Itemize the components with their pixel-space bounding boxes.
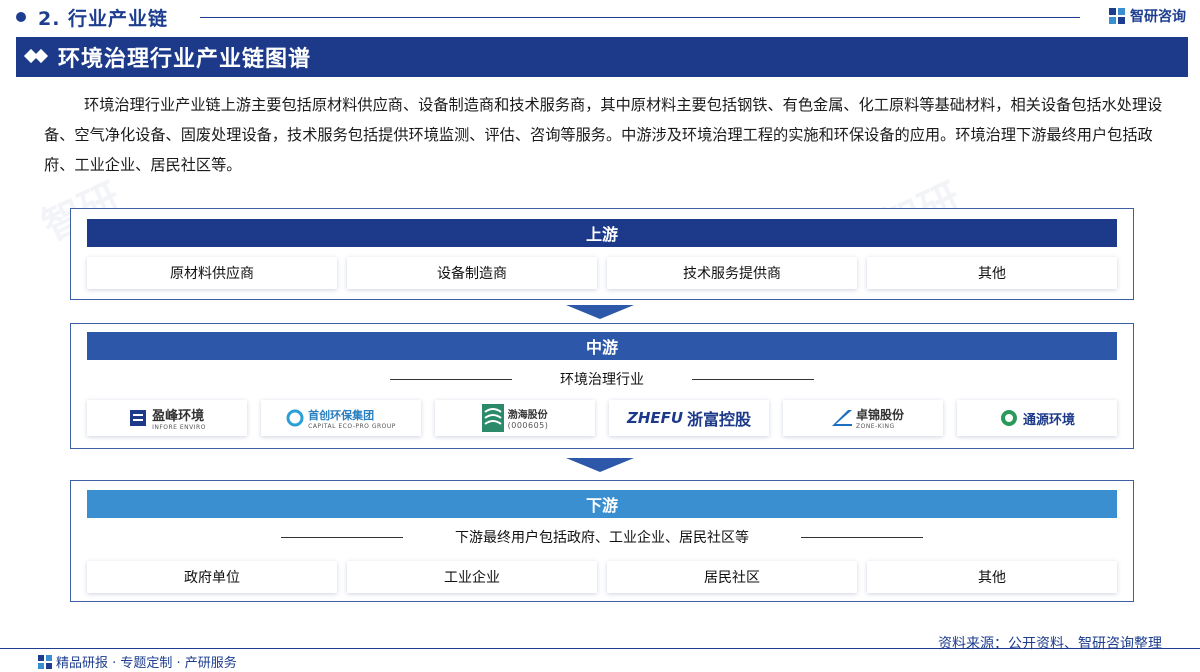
divider-line	[281, 536, 403, 538]
diamond-icon	[23, 48, 50, 64]
company-logo-bohai: 渤海股份 (000605)	[435, 400, 595, 436]
capital-logo-icon	[286, 409, 304, 427]
company-sub: ZHEFU	[626, 409, 684, 427]
source-note: 资料来源：公开资料、智研咨询整理	[938, 636, 1162, 652]
upstream-header: 上游	[87, 219, 1117, 247]
footer-divider	[0, 648, 1200, 649]
downstream-item: 其他	[867, 561, 1117, 593]
brand[interactable]: 智研咨询	[1108, 6, 1186, 26]
company-logos: 盈峰环境 INFORE ENVIRO 首创环保集团 CAPITAL ECO-PR…	[87, 400, 1117, 436]
company-logo-zoneking: 卓锦股份 ZONE-KING	[783, 400, 943, 436]
downstream-item: 工业企业	[347, 561, 597, 593]
company-name: 首创环保集团	[308, 408, 375, 422]
title-banner: 环境治理行业产业链图谱	[16, 37, 1188, 77]
company-name: 通源环境	[1022, 412, 1075, 428]
downstream-items: 政府单位 工业企业 居民社区 其他	[87, 561, 1117, 593]
company-name: 渤海股份	[507, 410, 548, 421]
downstream-item: 居民社区	[607, 561, 857, 593]
downstream-header: 下游	[87, 490, 1117, 518]
company-sub: ZONE-KING	[855, 423, 895, 430]
infore-logo-icon	[130, 410, 147, 426]
company-sub: INFORE ENVIRO	[152, 424, 206, 431]
company-name: 卓锦股份	[855, 408, 904, 422]
company-logo-capital: 首创环保集团 CAPITAL ECO-PRO GROUP	[261, 400, 421, 436]
downstream-subtitle-row: 下游最终用户包括政府、工业企业、居民社区等	[87, 527, 1117, 547]
section-title: 2. 行业产业链	[38, 8, 169, 30]
upstream-item: 设备制造商	[347, 257, 597, 289]
tongyuan-logo-icon	[1000, 410, 1017, 426]
header-divider	[200, 17, 1080, 18]
company-name: 盈峰环境	[152, 409, 205, 424]
banner-title: 环境治理行业产业链图谱	[58, 47, 312, 72]
company-logo-infore: 盈峰环境 INFORE ENVIRO	[87, 400, 247, 436]
company-name: 浙富控股	[687, 410, 752, 429]
upstream-item: 其他	[867, 257, 1117, 289]
downstream-subtitle: 下游最终用户包括政府、工业企业、居民社区等	[455, 530, 749, 546]
downstream-section: 下游 下游最终用户包括政府、工业企业、居民社区等 政府单位 工业企业 居民社区 …	[70, 480, 1134, 602]
brand-logo-icon	[1109, 8, 1125, 24]
midstream-subtitle: 环境治理行业	[560, 372, 644, 388]
upstream-item: 技术服务提供商	[607, 257, 857, 289]
company-sub: (000605)	[507, 421, 549, 430]
midstream-header: 中游	[87, 332, 1117, 360]
down-arrow-icon	[566, 458, 634, 472]
footer-tagline: 精品研报 · 专题定制 · 产研服务	[56, 656, 237, 671]
divider-line	[692, 378, 814, 380]
upstream-item: 原材料供应商	[87, 257, 337, 289]
bohai-logo-icon	[481, 404, 504, 432]
bullet-icon	[16, 12, 26, 22]
brand-name: 智研咨询	[1130, 9, 1186, 25]
footer-logo-icon	[38, 654, 52, 669]
zoneking-logo-icon	[821, 410, 852, 426]
upstream-items: 原材料供应商 设备制造商 技术服务提供商 其他	[87, 257, 1117, 289]
footer-tagline-row: 精品研报 · 专题定制 · 产研服务	[38, 652, 237, 671]
divider-line	[801, 536, 923, 538]
midstream-section: 中游 环境治理行业 盈峰环境 INFORE ENVIRO 首创环保集团 CAPI…	[70, 323, 1134, 449]
company-logo-tongyuan: 通源环境	[957, 400, 1117, 436]
upstream-section: 上游 原材料供应商 设备制造商 技术服务提供商 其他	[70, 208, 1134, 300]
company-logo-zhefu: ZHEFU 浙富控股	[609, 400, 769, 436]
company-sub: CAPITAL ECO-PRO GROUP	[308, 422, 396, 430]
downstream-item: 政府单位	[87, 561, 337, 593]
intro-paragraph: 环境治理行业产业链上游主要包括原材料供应商、设备制造商和技术服务商，其中原材料主…	[44, 96, 1163, 174]
top-header: 2. 行业产业链 智研咨询	[0, 0, 1200, 34]
divider-line	[390, 378, 512, 380]
midstream-subtitle-row: 环境治理行业	[87, 369, 1117, 389]
down-arrow-icon	[566, 305, 634, 319]
